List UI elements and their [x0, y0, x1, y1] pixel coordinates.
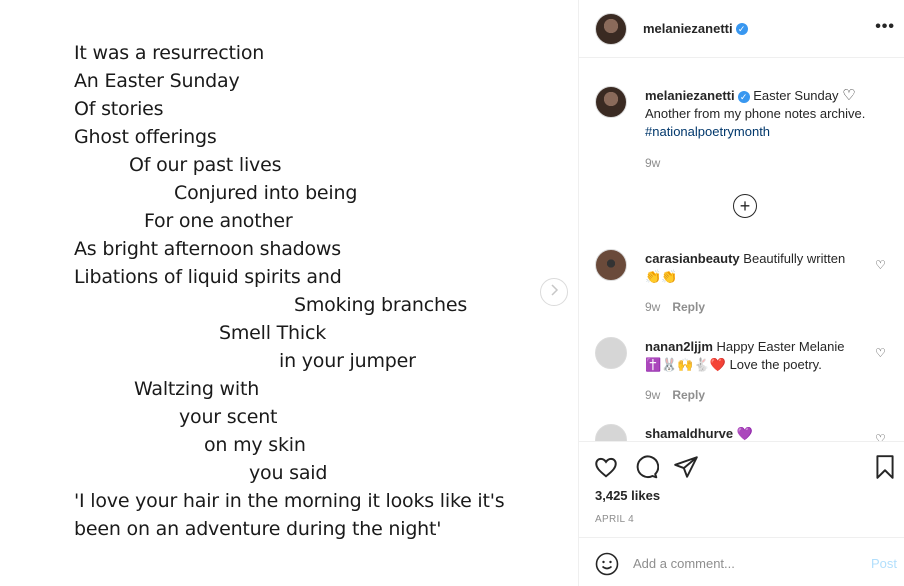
comment-text: Beautifully written: [743, 251, 846, 266]
poem-line: in your jumper: [279, 350, 416, 372]
avatar[interactable]: [595, 337, 627, 369]
post-side-panel: melaniezanetti ✓ ••• melaniezanetti ✓ East…: [578, 0, 904, 586]
comment: carasianbeauty Beautifully written 👏👏: [645, 250, 865, 286]
comment-text: Love the poetry.: [729, 357, 822, 372]
comment-emoji: ✝️🐰🙌🐇❤️: [645, 357, 726, 372]
poem-line: An Easter Sunday: [74, 70, 240, 92]
reply-button[interactable]: Reply: [672, 300, 705, 314]
post-date: APRIL 4: [595, 514, 634, 525]
avatar[interactable]: [595, 424, 627, 441]
reply-button[interactable]: Reply: [672, 388, 705, 402]
hashtag-link[interactable]: #nationalpoetrymonth: [645, 124, 770, 139]
poem-line: Libations of liquid spirits and: [74, 266, 342, 288]
comment: shamaldhurve 💜: [645, 425, 753, 441]
load-more-comments-button[interactable]: +: [733, 194, 757, 218]
plus-icon: +: [739, 196, 751, 216]
comment-input[interactable]: [633, 552, 853, 574]
comment-username[interactable]: carasianbeauty: [645, 251, 740, 266]
like-comment-heart-icon[interactable]: ♡: [875, 432, 887, 441]
like-heart-icon[interactable]: [593, 454, 619, 480]
poem-line: been on an adventure during the night': [74, 518, 442, 540]
avatar[interactable]: [595, 249, 627, 281]
poem-line: Ghost offerings: [74, 126, 217, 148]
emoji-smiley-icon[interactable]: [595, 552, 619, 576]
add-comment-bar: Post: [579, 538, 904, 586]
comment-emoji: 👏👏: [645, 269, 678, 284]
comments-list: melaniezanetti ✓ Easter Sunday ♡ Another …: [579, 58, 904, 442]
like-comment-heart-icon[interactable]: ♡: [875, 346, 887, 360]
heart-icon: ♡: [842, 87, 856, 104]
poem-line: Of stories: [74, 98, 164, 120]
caption-body: Another from my phone notes archive.: [645, 106, 866, 121]
avatar[interactable]: [595, 13, 627, 45]
verified-badge-icon: ✓: [737, 90, 750, 103]
poem-line: Smell Thick: [219, 322, 327, 344]
caption: melaniezanetti ✓ Easter Sunday ♡ Another …: [645, 87, 895, 141]
comment-text: Happy Easter Melanie: [716, 339, 845, 354]
post-actions: 3,425 likes APRIL 4: [579, 442, 904, 538]
like-comment-heart-icon[interactable]: ♡: [875, 258, 887, 272]
comment-username[interactable]: nanan2ljjm: [645, 339, 713, 354]
comment-meta: 9w Reply: [645, 388, 705, 402]
caption-time: 9w: [645, 156, 661, 170]
poem-line: you said: [249, 462, 328, 484]
comment-meta: 9w Reply: [645, 300, 705, 314]
avatar[interactable]: [595, 86, 627, 118]
poem-line: It was a resurrection: [74, 42, 265, 64]
poem-line: Smoking branches: [294, 294, 468, 316]
poem-line: Conjured into being: [174, 182, 358, 204]
poem-line: your scent: [179, 406, 278, 428]
comment-emoji: 💜: [736, 426, 753, 441]
poem-line: Waltzing with: [134, 378, 260, 400]
next-slide-button[interactable]: [540, 278, 568, 306]
chevron-right-icon: [549, 283, 559, 301]
poem-line: For one another: [144, 210, 293, 232]
likes-count[interactable]: 3,425 likes: [595, 488, 660, 503]
bookmark-save-icon[interactable]: [873, 454, 899, 480]
post-comment-button[interactable]: Post: [871, 556, 897, 571]
more-options-button[interactable]: •••: [875, 18, 895, 36]
comment-time: 9w: [645, 388, 661, 402]
poem-line: Of our past lives: [129, 154, 282, 176]
comment-time: 9w: [645, 300, 661, 314]
poem-line: 'I love your hair in the morning it look…: [74, 490, 505, 512]
caption-username[interactable]: melaniezanetti: [645, 88, 735, 103]
comment: nanan2ljjm Happy Easter Melanie ✝️🐰🙌🐇❤️ …: [645, 338, 865, 374]
poem-line: on my skin: [204, 434, 306, 456]
comment-username[interactable]: shamaldhurve: [645, 426, 733, 441]
caption-title: Easter Sunday: [753, 88, 839, 103]
verified-badge-icon: ✓: [735, 22, 748, 35]
comment-bubble-icon[interactable]: [633, 454, 660, 480]
poem-line: As bright afternoon shadows: [74, 238, 341, 260]
header-username[interactable]: melaniezanetti: [643, 21, 733, 36]
post-header: melaniezanetti ✓ •••: [579, 0, 904, 58]
share-paper-plane-icon[interactable]: [673, 454, 699, 480]
post-image[interactable]: It was a resurrection An Easter Sunday O…: [0, 0, 578, 586]
header-user: melaniezanetti ✓: [643, 20, 748, 38]
